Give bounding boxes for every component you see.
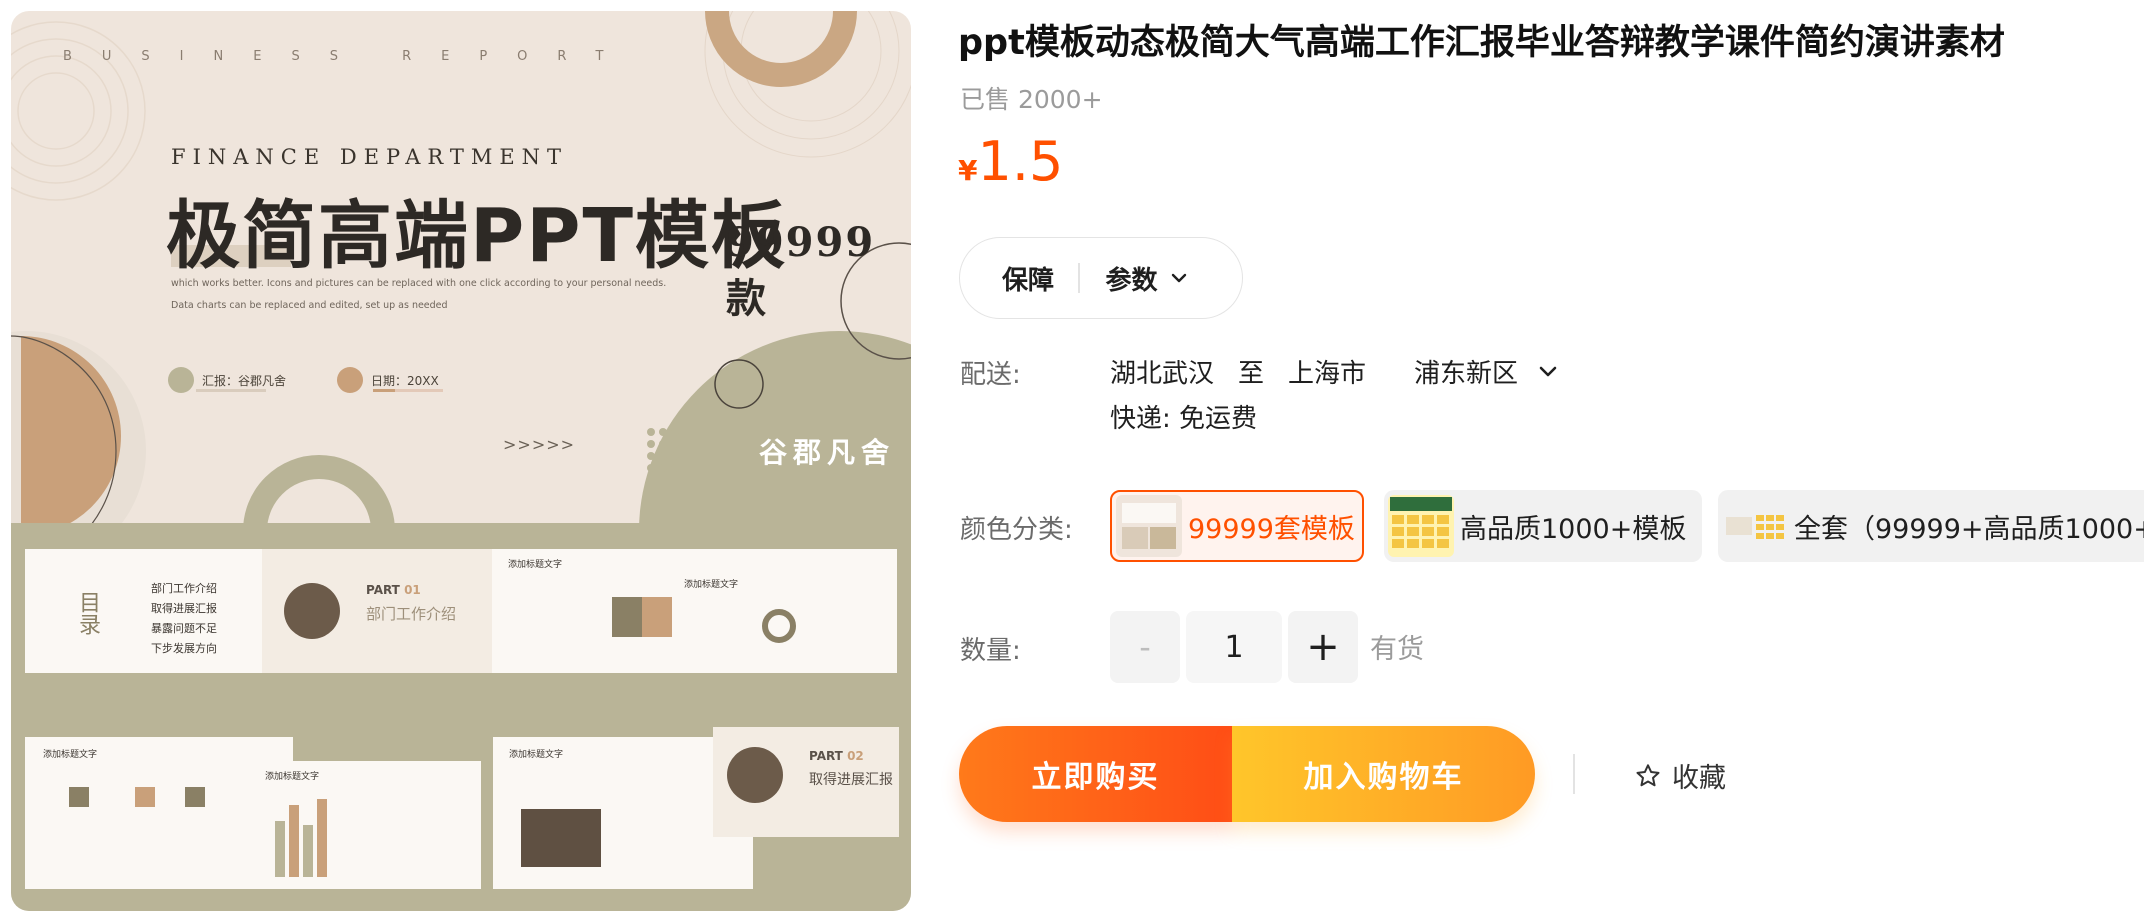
slide-toc-items: 部门工作介绍 取得进展汇报 暴露问题不足 下步发展方向: [151, 579, 217, 659]
user-icon: [168, 367, 194, 393]
slide-part-title: 取得进展汇报: [809, 772, 893, 788]
slide-part-label: PART 01: [366, 583, 421, 597]
photo-circle: [284, 583, 340, 639]
star-icon: [1636, 763, 1660, 786]
slide-toc-item: 取得进展汇报: [151, 602, 217, 615]
action-divider: [1573, 754, 1575, 794]
slide-toc-title: 目录: [75, 591, 100, 635]
sku-thumbnail: [1116, 495, 1182, 557]
shipping-label: 配送:: [960, 360, 1021, 390]
slide-toc-item: 暴露问题不足: [151, 622, 217, 635]
stock-status: 有货: [1370, 634, 1424, 665]
favorite-label: 收藏: [1672, 763, 1726, 794]
slide-thumb-toc: 目录 部门工作介绍 取得进展汇报 暴露问题不足 下步发展方向: [25, 549, 262, 673]
hero-description: which works better. Icons and pictures c…: [171, 278, 667, 311]
price: ¥1.5: [958, 130, 1063, 193]
price-currency: ¥: [958, 154, 978, 187]
product-title: ppt模板动态极简大气高端工作汇报毕业答辩教学课件简约演讲素材: [958, 23, 2005, 63]
hero-report: 汇报：谷郡凡舍: [168, 367, 286, 393]
calendar-icon: [337, 367, 363, 393]
product-image[interactable]: BUSINESS REPORT FINANCE DEPARTMENT 极简高端P…: [11, 11, 911, 911]
slide-thumb-part2: PART 02 取得进展汇报: [713, 727, 899, 837]
slide-thumb-chart: 添加标题文字: [251, 761, 481, 889]
favorite-button[interactable]: 收藏: [1634, 756, 1726, 795]
sku-thumbnail: [1722, 495, 1788, 557]
hero-department: FINANCE DEPARTMENT: [171, 145, 569, 169]
photo-circle: [727, 747, 783, 803]
sku-option-label: 全套（99999+高品质1000+）: [1794, 513, 2144, 545]
sku-label: 颜色分类:: [960, 515, 1073, 545]
add-to-cart-button[interactable]: 加入购物车: [1232, 726, 1535, 822]
quantity-input[interactable]: 1: [1186, 611, 1282, 683]
hero-brand: 谷郡凡舍: [759, 436, 896, 469]
sku-option-full-set[interactable]: 全套（99999+高品质1000+）: [1718, 490, 2144, 562]
slide-part-title: 部门工作介绍: [366, 605, 457, 623]
hero-title: 极简高端PPT模板: [166, 193, 787, 279]
ship-from: 湖北武汉: [1110, 359, 1215, 389]
slide-part-label: PART 02: [809, 749, 864, 763]
quantity-plus-button[interactable]: +: [1288, 611, 1358, 683]
slide-toc-item: 下步发展方向: [151, 642, 217, 655]
hero-date-label: 日期：20XX: [371, 373, 439, 388]
express-info: 快递: 免运费: [1110, 404, 1258, 434]
hero-report-label: 汇报：谷郡凡舍: [202, 373, 287, 388]
sku-option-99999[interactable]: 99999套模板: [1110, 490, 1364, 562]
hero-count: 99999款: [726, 219, 876, 322]
pill-divider: [1078, 263, 1080, 293]
sku-option-label: 高品质1000+模板: [1460, 513, 1687, 545]
slide-thumb-content1: 添加标题文字 添加标题文字: [492, 549, 897, 673]
info-pills: 保障 参数: [959, 237, 1243, 319]
buy-now-button[interactable]: 立即购买: [959, 726, 1232, 822]
deco-business-report: BUSINESS REPORT: [63, 49, 634, 64]
chevron-down-icon: [1539, 366, 1557, 376]
quantity-minus-button[interactable]: -: [1110, 611, 1180, 683]
sku-option-1000[interactable]: 高品质1000+模板: [1384, 490, 1702, 562]
sku-option-label: 99999套模板: [1188, 513, 1355, 545]
slide-toc-item: 部门工作介绍: [151, 582, 217, 595]
slide-thumb-part1: PART 01 部门工作介绍: [262, 549, 492, 673]
hero-arrows: >>>>>: [503, 435, 576, 454]
sold-count: 已售 2000+: [960, 85, 1103, 114]
params-label: 参数: [1105, 265, 1158, 296]
hero-date: 日期：20XX: [337, 367, 439, 393]
sku-thumbnail: [1388, 495, 1454, 557]
params-pill[interactable]: 参数: [1106, 260, 1190, 297]
ship-to-word: 至: [1238, 359, 1265, 389]
quantity-label: 数量:: [960, 636, 1021, 666]
chevron-down-icon: [1171, 273, 1186, 283]
shipping-route[interactable]: 湖北武汉 至 上海市 浦东新区: [1110, 353, 1560, 390]
guarantee-pill[interactable]: 保障: [1002, 260, 1054, 297]
price-value: 1.5: [977, 130, 1064, 193]
ship-city: 上海市: [1288, 359, 1367, 389]
ship-district: 浦东新区: [1414, 359, 1519, 389]
